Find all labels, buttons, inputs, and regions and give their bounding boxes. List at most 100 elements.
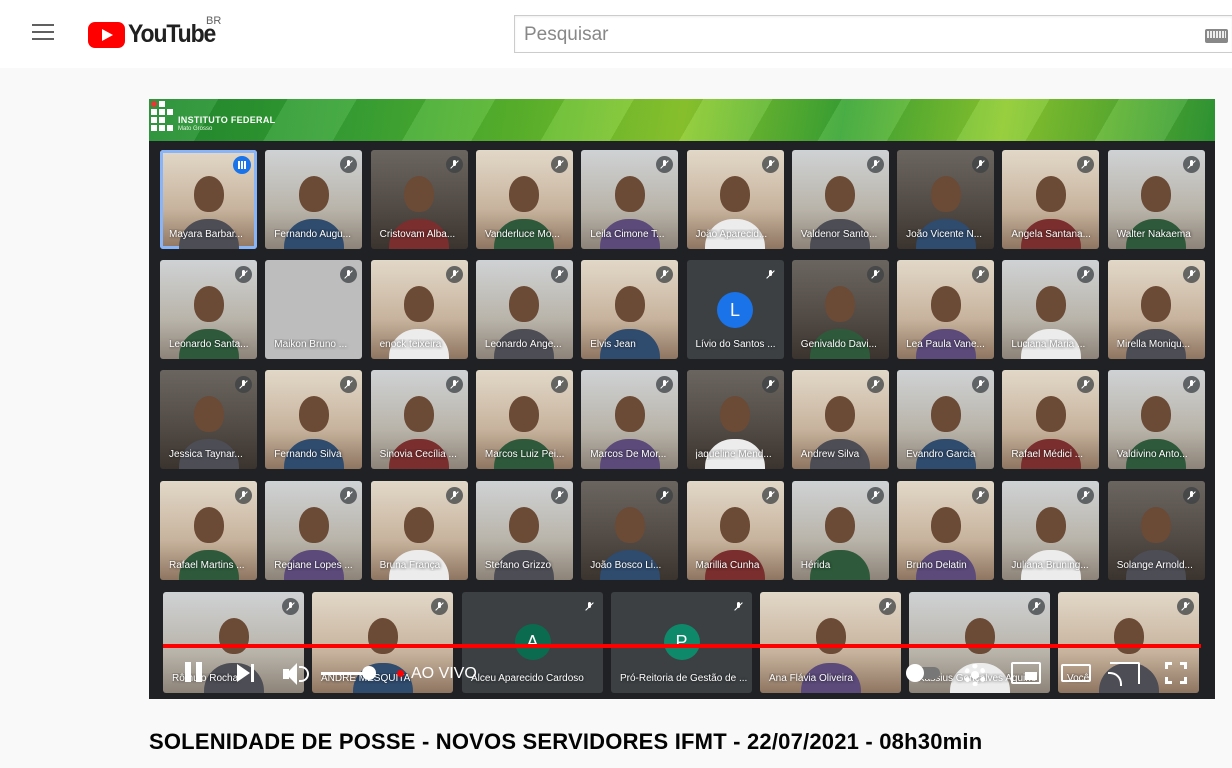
mic-muted-icon [235, 376, 252, 393]
mic-muted-icon [1077, 376, 1095, 393]
participant-name: Genivaldo Davi... [800, 339, 877, 350]
mic-muted-icon [282, 598, 299, 615]
participant-video-head [930, 285, 961, 322]
participant-video-head [1141, 506, 1172, 543]
participant-name: Jessica Taynar... [169, 449, 243, 460]
participant-tile: Hérida [791, 481, 889, 580]
participant-name: Walter Nakaema [1116, 229, 1191, 240]
participant-name: Solange Arnold... [1116, 560, 1193, 571]
participant-tile: Mayara Barbar... [160, 150, 257, 249]
participant-video-head [930, 395, 961, 432]
participant-tile: Leila Cimone T... [581, 150, 679, 249]
mic-muted-icon [445, 266, 463, 283]
participant-video-head [720, 395, 750, 432]
mic-muted-icon [235, 266, 252, 283]
participant-tile: Bruna França [370, 481, 468, 580]
participant-name: João Vicente N... [906, 229, 983, 240]
org-subtitle: Mato Grosso [178, 126, 213, 132]
gear-icon[interactable] [964, 664, 986, 686]
participant-tile: Lea Paula Vane... [897, 260, 995, 359]
participant-video-head [720, 506, 750, 543]
participant-video-head [614, 506, 645, 543]
participant-name: Fernando Silva [274, 449, 342, 460]
participant-video-head [404, 175, 435, 212]
mic-muted-icon [550, 487, 568, 504]
search-input[interactable]: Pesquisar [514, 15, 1232, 53]
participant-name: Rafael Martins ... [169, 560, 245, 571]
youtube-logo[interactable]: YouTube [88, 20, 223, 49]
participant-tile: jaqueline Mend... [686, 370, 784, 469]
next-icon[interactable] [237, 662, 257, 686]
miniplayer-icon[interactable] [1011, 662, 1041, 684]
live-label[interactable]: AO VIVO [411, 665, 477, 683]
participant-tile: Cristovam Alba... [370, 150, 468, 249]
mic-muted-icon [761, 376, 779, 393]
mic-muted-icon [730, 598, 747, 615]
participant-name: Lea Paula Vane... [906, 339, 985, 350]
theater-icon[interactable] [1061, 664, 1091, 682]
participant-name: Rafael Médici ... [1011, 449, 1084, 460]
participant-video-head [1035, 506, 1066, 543]
mic-muted-icon [581, 598, 598, 615]
participant-tile: Mirella Moniqu... [1107, 260, 1205, 359]
participant-tile: Rafael Martins ... [160, 481, 257, 580]
participant-name: Fernando Augu... [274, 229, 352, 240]
participant-name: Hérida [800, 560, 831, 571]
progress-bar[interactable] [163, 644, 1201, 648]
volume-slider-knob[interactable] [362, 666, 376, 680]
mic-muted-icon [550, 156, 568, 173]
participant-video-head [815, 618, 846, 655]
pause-icon[interactable] [185, 662, 207, 686]
menu-icon[interactable] [32, 24, 56, 44]
participant-name: Andrew Silva [800, 449, 860, 460]
participant-tile: enock teixeira [370, 260, 468, 359]
participant-tile: Jessica Taynar... [160, 370, 257, 469]
participant-tile: P Pró-Reitoria de Gestão de ... [611, 592, 752, 693]
participant-avatar: A [514, 624, 551, 661]
search-placeholder: Pesquisar [524, 24, 609, 45]
participant-name: Marillia Cunha [695, 560, 760, 571]
masthead: YouTube BR Pesquisar [0, 0, 1232, 68]
participant-name: Sinovia Cecília ... [379, 449, 457, 460]
participant-name: Cristovam Alba... [379, 229, 456, 240]
participant-tile: L Lívio do Santos ... [686, 260, 784, 359]
participant-video-head [298, 395, 329, 432]
mic-muted-icon [656, 376, 674, 393]
participant-tile: João Aparecid... [686, 150, 784, 249]
participant-name: Juliana Bruning... [1011, 560, 1089, 571]
participant-tile: Maikon Bruno ... [265, 260, 363, 359]
mic-muted-icon [445, 487, 463, 504]
cast-icon[interactable] [1108, 662, 1140, 686]
meeting-banner: INSTITUTO FEDERAL Mato Grosso [149, 99, 1215, 141]
participant-video-head [193, 506, 224, 543]
participant-name: Pró-Reitoria de Gestão de ... [620, 673, 748, 684]
volume-icon[interactable] [283, 662, 313, 686]
participant-name: Valdenor Santo... [800, 229, 878, 240]
participant-name: Evandro Garcia [906, 449, 976, 460]
mic-muted-icon [550, 376, 568, 393]
autoplay-toggle[interactable] [906, 664, 940, 682]
participant-tile: Marcos Luiz Pei... [475, 370, 573, 469]
logo-text: YouTube [128, 20, 216, 48]
mic-muted-icon [866, 266, 884, 283]
participant-video-head [1035, 285, 1066, 322]
participant-name: Marcos De Mor... [590, 449, 667, 460]
mic-muted-icon [340, 266, 358, 283]
participant-video-head [193, 175, 224, 212]
participant-tile: Leonardo Ânge... [475, 260, 573, 359]
mic-muted-icon [656, 487, 674, 504]
participant-video-head [825, 285, 856, 322]
video-player[interactable]: INSTITUTO FEDERAL Mato Grosso Mayara Bar… [149, 99, 1215, 699]
participant-video-head [404, 285, 435, 322]
mic-muted-icon [550, 266, 568, 283]
mic-muted-icon [340, 376, 358, 393]
fullscreen-icon[interactable] [1165, 662, 1187, 684]
participant-tile: Walter Nakaema [1107, 150, 1205, 249]
if-logo-icon [151, 101, 173, 133]
participant-tile: Valdivino Anto... [1107, 370, 1205, 469]
keyboard-icon[interactable] [1205, 29, 1228, 43]
participant-video-head [614, 395, 645, 432]
participant-video-head [193, 395, 224, 432]
participant-name: Leonardo Santa... [169, 339, 249, 350]
participant-avatar: L [717, 291, 753, 328]
